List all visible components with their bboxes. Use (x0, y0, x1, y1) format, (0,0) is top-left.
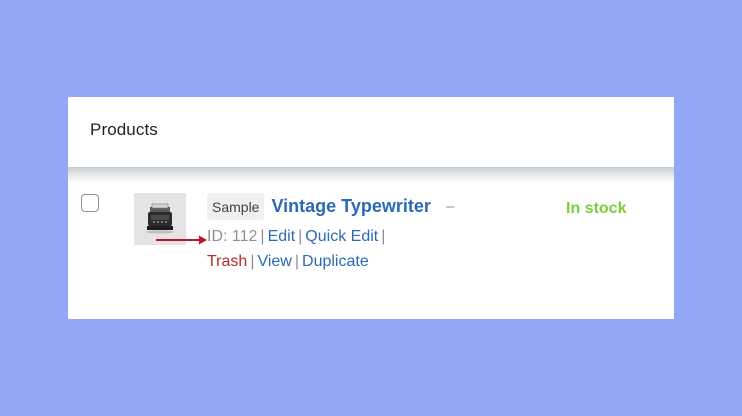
quick-edit-link[interactable]: Quick Edit (305, 228, 378, 245)
separator: | (294, 253, 300, 270)
trash-link[interactable]: Trash (207, 253, 247, 270)
view-link[interactable]: View (257, 253, 291, 270)
page-title: Products (90, 120, 158, 139)
table-header-divider (68, 167, 674, 183)
product-name-line: Sample Vintage Typewriter – (207, 193, 454, 220)
product-select-checkbox[interactable] (81, 194, 99, 212)
row-actions-line-1: ID: 112 | Edit | Quick Edit | (207, 228, 447, 246)
separator: | (298, 228, 303, 245)
edit-link[interactable]: Edit (268, 228, 296, 245)
separator: | (260, 228, 265, 245)
products-panel: Products Sample Vintage Typewriter – In … (68, 97, 674, 319)
duplicate-link[interactable]: Duplicate (302, 253, 369, 270)
separator: | (381, 228, 386, 245)
separator: | (250, 253, 255, 270)
stock-status: In stock (566, 200, 627, 217)
name-dash: – (445, 198, 455, 215)
red-arrow-icon (156, 235, 207, 245)
product-name-link[interactable]: Vintage Typewriter (271, 196, 430, 217)
row-actions-line-2: Trash | View | Duplicate (207, 253, 447, 271)
sample-badge: Sample (207, 193, 265, 220)
product-id: ID: 112 (207, 228, 258, 245)
panel-header: Products (68, 97, 674, 167)
